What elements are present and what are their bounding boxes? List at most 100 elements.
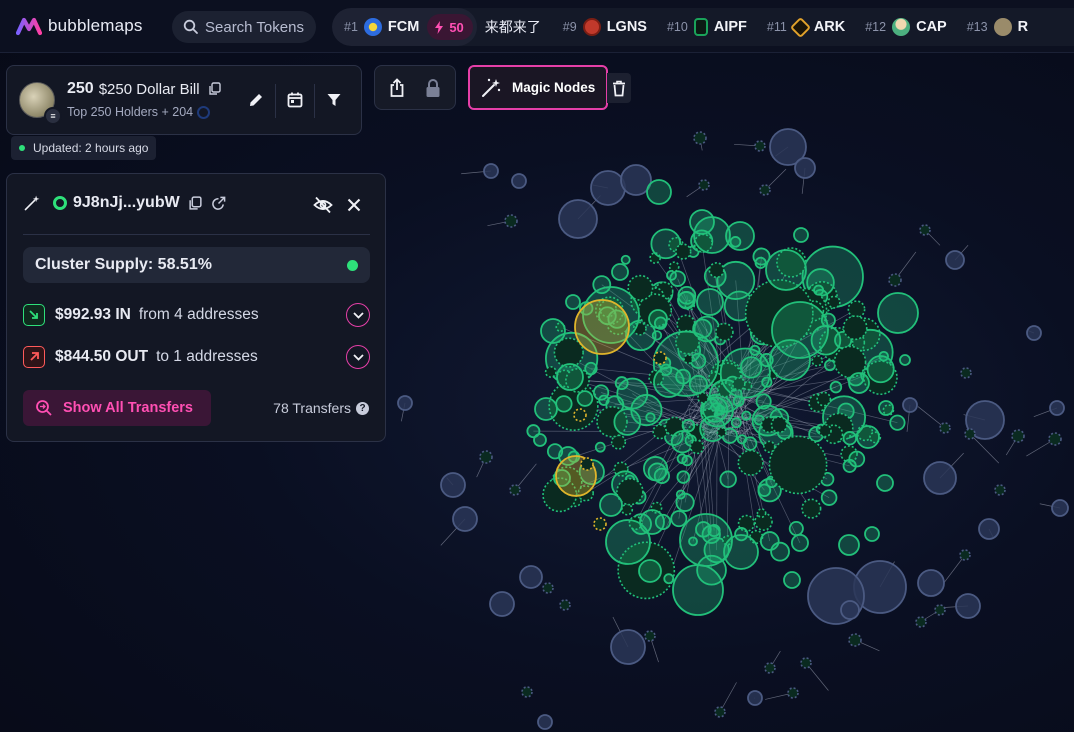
holder-bubble[interactable] bbox=[737, 449, 764, 476]
holder-bubble[interactable] bbox=[945, 250, 965, 270]
holder-bubble[interactable] bbox=[666, 269, 677, 281]
holder-bubble[interactable] bbox=[558, 199, 598, 239]
holder-bubble[interactable] bbox=[848, 450, 866, 468]
holder-bubble[interactable] bbox=[915, 616, 927, 628]
holder-bubble[interactable] bbox=[668, 261, 680, 273]
calendar-button[interactable] bbox=[283, 88, 307, 112]
holder-bubble[interactable] bbox=[621, 503, 634, 516]
holder-bubble[interactable] bbox=[590, 170, 626, 206]
holder-bubble[interactable] bbox=[770, 416, 788, 434]
copy-icon[interactable] bbox=[208, 82, 222, 96]
expand-outflow-button[interactable] bbox=[346, 345, 370, 369]
holder-bubble[interactable] bbox=[559, 599, 571, 611]
holder-bubble[interactable] bbox=[827, 295, 841, 309]
holder-bubble[interactable] bbox=[794, 157, 816, 179]
holder-bubble[interactable] bbox=[725, 221, 755, 251]
logo[interactable]: bubblemaps bbox=[16, 16, 166, 36]
holder-bubble[interactable] bbox=[614, 376, 629, 391]
holder-bubble[interactable] bbox=[811, 354, 824, 367]
holder-bubble[interactable] bbox=[876, 474, 894, 492]
holder-bubble[interactable] bbox=[540, 318, 566, 344]
holder-bubble[interactable] bbox=[864, 526, 880, 542]
holder-bubble[interactable] bbox=[959, 549, 971, 561]
holder-bubble[interactable] bbox=[521, 686, 533, 698]
holder-bubble[interactable] bbox=[610, 629, 646, 665]
holder-bubble[interactable] bbox=[978, 518, 1000, 540]
holder-bubble[interactable] bbox=[756, 508, 767, 518]
holder-bubble[interactable] bbox=[939, 422, 951, 434]
holder-bubble[interactable] bbox=[692, 318, 713, 339]
holder-bubble[interactable] bbox=[902, 397, 918, 413]
holder-bubble[interactable] bbox=[544, 365, 557, 378]
holder-bubble[interactable] bbox=[889, 414, 906, 431]
holder-bubble[interactable] bbox=[1051, 499, 1069, 517]
holder-bubble[interactable] bbox=[653, 366, 685, 398]
holder-bubble[interactable] bbox=[923, 461, 957, 495]
holder-bubble[interactable] bbox=[573, 408, 587, 422]
holder-bubble[interactable] bbox=[574, 299, 630, 355]
boost-badge[interactable]: 50 bbox=[427, 14, 473, 40]
filter-button[interactable] bbox=[322, 88, 346, 112]
holder-bubble[interactable] bbox=[856, 425, 880, 449]
holder-bubble[interactable] bbox=[714, 706, 726, 718]
holder-bubble[interactable] bbox=[888, 273, 902, 287]
holder-bubble[interactable] bbox=[917, 569, 945, 597]
holder-bubble[interactable] bbox=[790, 533, 809, 552]
search-input[interactable]: Search Tokens bbox=[172, 11, 316, 43]
holder-bubble[interactable] bbox=[759, 184, 771, 196]
holder-bubble[interactable] bbox=[769, 339, 811, 381]
ticker-item-9[interactable]: #9 LGNS bbox=[563, 18, 647, 36]
inflow-row[interactable]: $992.93 IN from 4 addresses bbox=[23, 302, 370, 328]
holder-bubble[interactable] bbox=[593, 517, 607, 531]
lock-button[interactable] bbox=[421, 76, 445, 100]
holder-bubble[interactable] bbox=[670, 510, 688, 528]
holder-bubble[interactable] bbox=[741, 410, 752, 421]
holder-bubble[interactable] bbox=[964, 428, 976, 440]
holder-bubble[interactable] bbox=[620, 254, 631, 265]
holder-bubble[interactable] bbox=[594, 441, 606, 453]
holder-bubble[interactable] bbox=[842, 431, 858, 446]
holder-bubble[interactable] bbox=[838, 534, 860, 556]
holder-bubble[interactable] bbox=[716, 427, 727, 438]
holder-bubble[interactable] bbox=[730, 417, 742, 429]
holder-bubble[interactable] bbox=[651, 330, 663, 341]
holder-bubble[interactable] bbox=[708, 262, 725, 279]
share-button[interactable] bbox=[385, 76, 409, 100]
holder-bubble[interactable] bbox=[934, 604, 946, 616]
holder-bubble[interactable] bbox=[489, 591, 515, 617]
holder-bubble[interactable] bbox=[747, 690, 763, 706]
holder-bubble[interactable] bbox=[599, 493, 623, 517]
holder-bubble[interactable] bbox=[576, 390, 594, 407]
show-all-transfers-button[interactable]: Show All Transfers bbox=[23, 390, 211, 426]
holder-bubble[interactable] bbox=[994, 484, 1006, 496]
help-icon[interactable]: ? bbox=[356, 401, 369, 415]
holder-bubble[interactable] bbox=[696, 288, 724, 316]
holder-bubble[interactable] bbox=[697, 391, 709, 404]
ticker-item-1[interactable]: #1 FCM 50 bbox=[332, 8, 477, 46]
holder-bubble[interactable] bbox=[676, 453, 688, 465]
holder-bubble[interactable] bbox=[580, 457, 594, 471]
holder-bubble[interactable] bbox=[638, 559, 662, 583]
holder-bubble[interactable] bbox=[593, 384, 610, 401]
holder-bubble[interactable] bbox=[670, 430, 695, 454]
holder-bubble[interactable] bbox=[763, 440, 776, 453]
holder-bubble[interactable] bbox=[689, 439, 705, 455]
holder-bubble[interactable] bbox=[440, 472, 466, 498]
holder-bubble[interactable] bbox=[736, 434, 748, 445]
ticker-item-11[interactable]: #11 ARK bbox=[767, 16, 845, 38]
holder-bubble[interactable] bbox=[1011, 429, 1025, 443]
holder-bubble[interactable] bbox=[537, 714, 553, 730]
holder-bubble[interactable] bbox=[672, 564, 724, 616]
holder-bubble[interactable] bbox=[800, 657, 812, 669]
holder-bubble[interactable] bbox=[675, 489, 686, 500]
holder-bubble[interactable] bbox=[555, 395, 573, 413]
holder-bubble[interactable] bbox=[842, 315, 868, 341]
holder-bubble[interactable] bbox=[683, 354, 694, 365]
magic-nodes-button[interactable]: Magic Nodes bbox=[468, 65, 608, 110]
holder-bubble[interactable] bbox=[698, 179, 710, 191]
holder-bubble[interactable] bbox=[960, 367, 972, 379]
holder-bubble[interactable] bbox=[504, 214, 518, 228]
holder-bubble[interactable] bbox=[653, 351, 667, 365]
holder-bubble[interactable] bbox=[611, 263, 629, 281]
holder-bubble[interactable] bbox=[1048, 432, 1062, 446]
